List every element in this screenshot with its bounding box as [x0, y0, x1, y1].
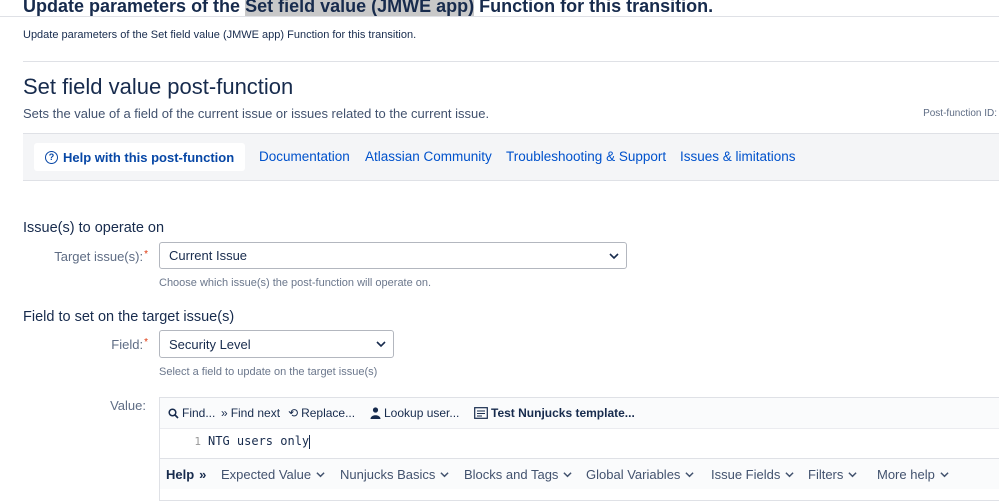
- value-label: Value:: [110, 398, 146, 413]
- help-menu-label: Help »: [166, 467, 206, 482]
- heading-highlight: Set field value (JMWE app): [245, 0, 475, 16]
- line-number: 1: [194, 435, 201, 448]
- help-menu-blocks-tags[interactable]: Blocks and Tags: [464, 467, 573, 482]
- help-menu-item-label: Global Variables: [586, 467, 681, 482]
- help-menu-filters[interactable]: Filters: [808, 467, 857, 482]
- chevron-down-icon: [440, 472, 449, 478]
- postfunction-title: Set field value post-function: [23, 74, 294, 99]
- test-template-button[interactable]: Test Nunjucks template...: [474, 406, 635, 420]
- required-asterisk: *: [144, 249, 148, 260]
- search-icon: [168, 407, 179, 419]
- help-postfunction-button[interactable]: ? Help with this post-function: [34, 143, 246, 171]
- help-menu-item-label: Filters: [808, 467, 844, 482]
- find-next-button[interactable]: » Find next: [221, 406, 280, 420]
- chevron-down-icon: [940, 472, 949, 478]
- find-button[interactable]: Find...: [168, 406, 215, 420]
- value-editor[interactable]: Find... » Find next ⟲ Replace... Lookup …: [159, 397, 999, 501]
- field-section-heading: Field to set on the target issue(s): [23, 309, 235, 325]
- target-issues-hint: Choose which issue(s) the post-function …: [159, 277, 432, 289]
- target-issues-label: Target issue(s):*: [54, 249, 148, 264]
- documentation-link[interactable]: Documentation: [259, 149, 350, 164]
- chevron-down-icon: [785, 472, 794, 478]
- heading-suffix: Function for this transition.: [474, 0, 714, 16]
- find-label: Find...: [182, 406, 216, 420]
- help-menu-expected-value[interactable]: Expected Value: [221, 467, 325, 482]
- replace-label: Replace...: [301, 406, 356, 420]
- target-issues-select[interactable]: Current Issue: [159, 242, 627, 269]
- field-select-value: Security Level: [169, 336, 251, 352]
- question-icon: ?: [45, 150, 58, 164]
- chevron-down-icon: [848, 472, 857, 478]
- help-button-label: Help with this post-function: [63, 149, 235, 165]
- double-chevron-right-icon: »: [199, 467, 207, 482]
- field-hint: Select a field to update on the target i…: [159, 366, 378, 378]
- double-chevron-right-icon: »: [221, 406, 228, 420]
- section-divider: [23, 61, 999, 62]
- chevron-down-icon: [685, 472, 695, 478]
- code-area[interactable]: 1 NTG users only: [160, 429, 999, 456]
- chevron-down-icon: [609, 252, 619, 259]
- replace-icon: ⟲: [288, 406, 299, 420]
- required-asterisk: *: [144, 337, 148, 348]
- test-template-label: Test Nunjucks template...: [491, 406, 635, 420]
- atlassian-community-link[interactable]: Atlassian Community: [365, 149, 492, 164]
- editor-toolbar: Find... » Find next ⟲ Replace... Lookup …: [160, 398, 999, 429]
- page-description: Update parameters of the Set field value…: [23, 29, 417, 41]
- replace-button[interactable]: ⟲ Replace...: [288, 406, 355, 420]
- code-text: NTG users only: [208, 434, 310, 448]
- help-menu-item-label: Blocks and Tags: [464, 467, 559, 482]
- help-menu-item-label: Expected Value: [221, 467, 312, 482]
- editor-help-bar: Help » Expected Value Nunjucks Basics Bl…: [160, 458, 999, 489]
- help-menu-nunjucks-basics[interactable]: Nunjucks Basics: [340, 467, 449, 482]
- target-issues-label-text: Target issue(s):: [54, 249, 144, 264]
- field-label: Field:*: [111, 337, 148, 352]
- postfunction-subtitle: Sets the value of a field of the current…: [23, 106, 490, 121]
- page-heading: Update parameters of the Set field value…: [23, 0, 713, 17]
- postfunction-id-label: Post-function ID:: [923, 108, 997, 119]
- help-label-text: Help: [166, 467, 195, 482]
- text-cursor: [309, 434, 311, 449]
- heading-divider: [0, 16, 999, 17]
- template-icon: [474, 407, 488, 419]
- help-menu-item-label: Nunjucks Basics: [340, 467, 436, 482]
- code-line[interactable]: NTG users only: [208, 434, 311, 449]
- chevron-down-icon: [563, 472, 573, 478]
- help-menu-global-variables[interactable]: Global Variables: [586, 467, 695, 482]
- heading-prefix: Update parameters of the: [23, 0, 246, 16]
- issues-limitations-link[interactable]: Issues & limitations: [680, 149, 796, 164]
- issues-section-heading: Issue(s) to operate on: [23, 220, 165, 236]
- help-menu-item-label: More help: [877, 467, 935, 482]
- chevron-down-icon: [316, 472, 325, 478]
- troubleshooting-support-link[interactable]: Troubleshooting & Support: [506, 149, 666, 164]
- help-menu-issue-fields[interactable]: Issue Fields: [711, 467, 794, 482]
- chevron-down-icon: [376, 341, 386, 348]
- target-issues-value: Current Issue: [169, 248, 248, 263]
- lookup-user-label: Lookup user...: [384, 406, 460, 420]
- find-next-label: Find next: [230, 406, 281, 420]
- field-select[interactable]: Security Level: [159, 330, 394, 358]
- help-bar: ? Help with this post-function Documenta…: [23, 133, 999, 181]
- help-menu-item-label: Issue Fields: [711, 467, 781, 482]
- lookup-user-button[interactable]: Lookup user...: [370, 406, 459, 420]
- field-label-text: Field:: [111, 337, 144, 352]
- help-menu-more-help[interactable]: More help: [877, 467, 949, 482]
- user-icon: [370, 407, 381, 419]
